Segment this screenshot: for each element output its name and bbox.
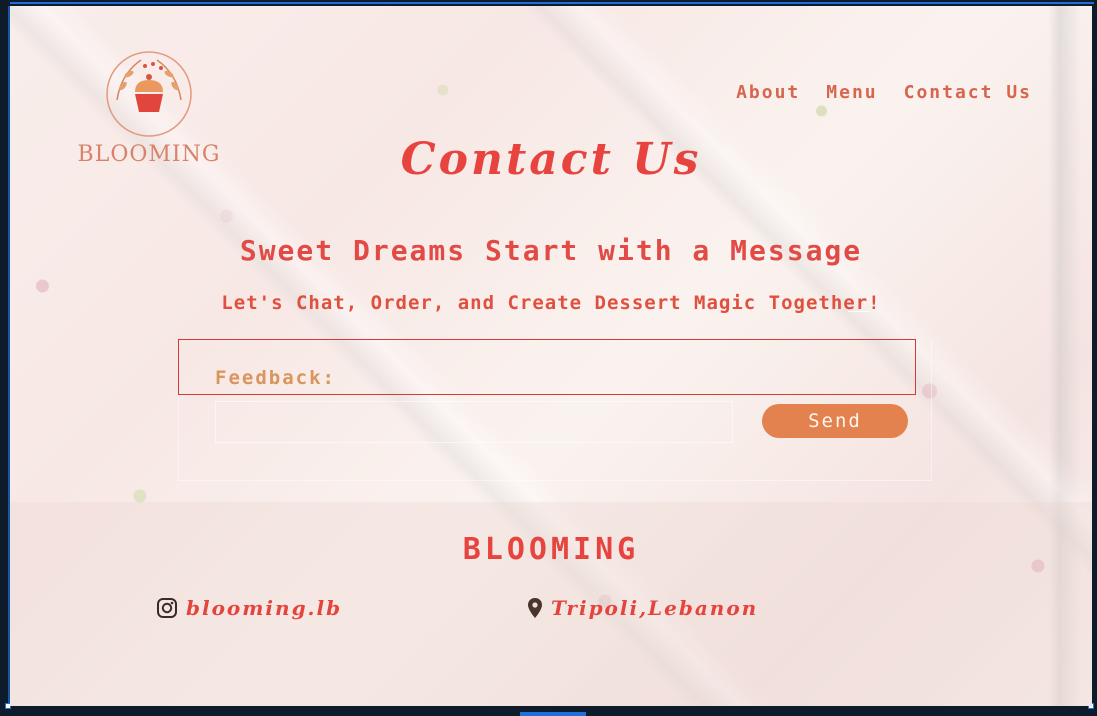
main-nav: About Menu Contact Us — [736, 82, 1032, 103]
footer-brand: BLOOMING — [462, 532, 640, 567]
nav-link-contact[interactable]: Contact Us — [904, 82, 1032, 103]
decorative-rule — [848, 311, 870, 312]
instagram-handle: blooming.lb — [186, 596, 343, 620]
selection-tab[interactable] — [520, 712, 586, 716]
feedback-label: Feedback: — [215, 367, 336, 389]
feedback-input[interactable] — [215, 401, 733, 443]
location-link[interactable]: Tripoli,Lebanon — [527, 596, 758, 620]
section-headline: Sweet Dreams Start with a Message — [239, 234, 863, 267]
page-frame: BLOOMING About Menu Contact Us Contact U… — [10, 6, 1092, 706]
nav-link-menu[interactable]: Menu — [826, 82, 877, 103]
selection-border-top — [10, 2, 1094, 5]
location-text: Tripoli,Lebanon — [551, 596, 759, 620]
cupcake-wreath-icon — [106, 51, 192, 137]
instagram-link[interactable]: blooming.lb — [156, 596, 342, 620]
send-button[interactable]: Send — [762, 404, 908, 438]
page-title: Contact Us — [400, 134, 702, 185]
map-pin-icon — [528, 598, 542, 618]
nav-link-about[interactable]: About — [736, 82, 800, 103]
section-subheadline: Let's Chat, Order, and Create Dessert Ma… — [221, 292, 881, 314]
instagram-icon — [157, 598, 177, 618]
